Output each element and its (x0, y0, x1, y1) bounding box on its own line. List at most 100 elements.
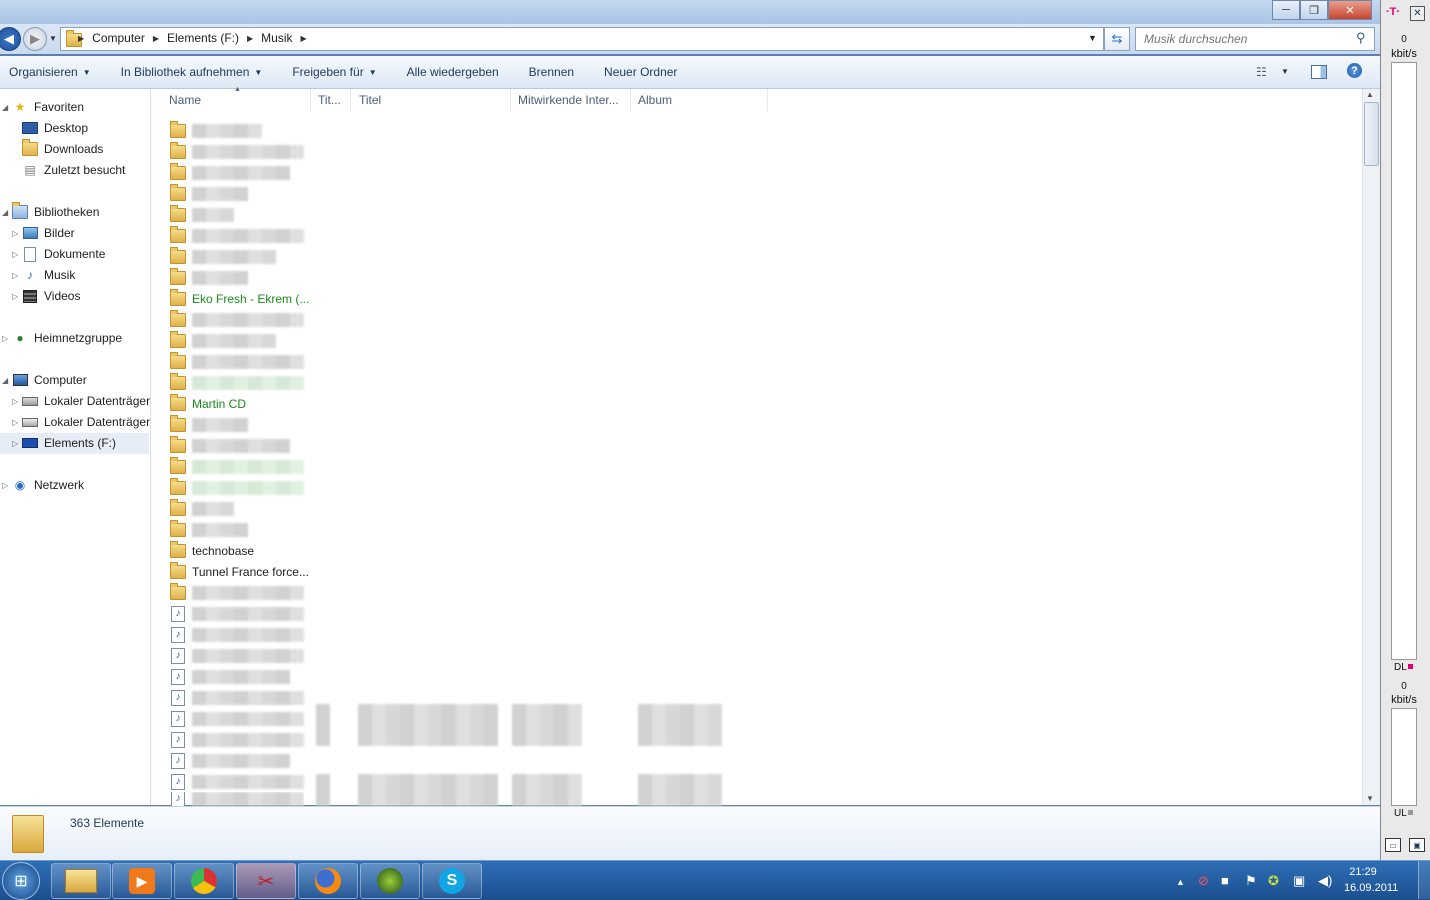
expand-icon[interactable]: ◢ (2, 376, 8, 385)
close-button[interactable]: ✕ (1328, 0, 1372, 20)
column-divider[interactable] (350, 89, 351, 111)
gadget-close-icon[interactable]: ✕ (1410, 6, 1425, 21)
include-library-button[interactable]: In Bibliothek aufnehmen ▼ (106, 65, 278, 79)
nav-local-disk-1[interactable]: ▷ Lokaler Datenträger (12, 391, 150, 411)
folder-row[interactable] (170, 309, 304, 330)
clock-date[interactable]: 16.09.2011 (1344, 882, 1410, 894)
nav-documents[interactable]: ▷ Dokumente (12, 244, 105, 264)
chevron-right-icon[interactable]: ▶ (301, 34, 307, 43)
minimize-button[interactable]: ─ (1272, 0, 1300, 20)
nav-downloads[interactable]: Downloads (22, 139, 103, 159)
scroll-thumb[interactable] (1364, 102, 1379, 166)
view-dropdown-icon[interactable]: ▼ (1281, 67, 1289, 76)
scroll-up-icon[interactable]: ▲ (1366, 90, 1374, 99)
music-file-row[interactable]: ♪ (170, 666, 290, 687)
folder-row[interactable] (170, 519, 248, 540)
nav-computer[interactable]: ◢ Computer (2, 370, 87, 390)
folder-row[interactable] (170, 456, 304, 477)
taskbar-firefox[interactable] (298, 863, 358, 899)
nav-music[interactable]: ▷ ♪ Musik (12, 265, 75, 285)
gadget-monitor-icon[interactable]: ▣ (1409, 838, 1425, 852)
music-file-row[interactable]: ♪ (170, 729, 304, 750)
folder-row[interactable] (170, 372, 304, 393)
folder-row[interactable] (170, 246, 276, 267)
preview-pane-icon[interactable] (1311, 65, 1327, 79)
music-file-row[interactable]: ♪ (170, 603, 304, 624)
music-file-row[interactable]: ♪ (170, 687, 304, 708)
show-desktop-button[interactable] (1418, 861, 1430, 899)
expand-arrow-icon[interactable]: ▷ (12, 418, 18, 427)
tray-globe-icon[interactable]: ✪ (1268, 873, 1279, 889)
nav-videos[interactable]: ▷ Videos (12, 286, 80, 306)
column-contributing-artists[interactable]: Mitwirkende Inter... (518, 93, 619, 107)
column-title[interactable]: Titel (359, 93, 381, 107)
organize-button[interactable]: Organisieren ▼ (0, 65, 106, 79)
folder-row[interactable] (170, 498, 234, 519)
music-file-row[interactable]: ♪ (170, 750, 290, 771)
burn-button[interactable]: Brennen (514, 65, 589, 79)
music-file-row[interactable]: ♪ (170, 771, 304, 792)
column-divider[interactable] (510, 89, 511, 111)
nav-desktop[interactable]: Desktop (22, 118, 88, 138)
column-divider[interactable] (767, 89, 768, 111)
search-icon[interactable]: ⚲ (1356, 30, 1366, 46)
expand-icon[interactable]: ◢ (2, 103, 8, 112)
chevron-right-icon[interactable]: ▶ (247, 34, 253, 43)
chevron-right-icon[interactable]: ▶ (153, 34, 159, 43)
tray-white-square-icon[interactable]: ■ (1221, 873, 1229, 888)
music-file-row[interactable]: ♪ (170, 708, 304, 729)
nav-elements-drive[interactable]: ▷ Elements (F:) (12, 433, 116, 453)
expand-arrow-icon[interactable]: ▷ (2, 481, 8, 490)
action-center-flag-icon[interactable]: ⚑ (1245, 873, 1257, 889)
folder-row-martin-cd[interactable]: Martin CD (170, 393, 246, 414)
taskbar-media-player[interactable]: ▶ (112, 863, 172, 899)
folder-row[interactable] (170, 582, 304, 603)
gadget-window-icon[interactable]: ▭ (1385, 838, 1401, 852)
folder-row[interactable] (170, 141, 304, 162)
share-button[interactable]: Freigeben für ▼ (277, 65, 391, 79)
folder-row-eko-fresh[interactable]: Eko Fresh - Ekrem (... (170, 288, 309, 309)
play-all-button[interactable]: Alle wiedergeben (392, 65, 514, 79)
search-input[interactable] (1142, 28, 1356, 50)
folder-row[interactable] (170, 225, 304, 246)
taskbar-chrome[interactable] (174, 863, 234, 899)
maximize-button[interactable]: ❐ (1300, 0, 1328, 20)
nav-homegroup[interactable]: ▷ ● Heimnetzgruppe (2, 328, 122, 348)
folder-row-tunnel[interactable]: Tunnel France force... (170, 561, 309, 582)
network-tray-icon[interactable]: ▣ (1293, 873, 1305, 889)
refresh-button[interactable]: ⇆ (1104, 27, 1130, 51)
expand-arrow-icon[interactable]: ▷ (2, 334, 8, 343)
expand-arrow-icon[interactable]: ▷ (12, 439, 18, 448)
tray-app-icon[interactable]: ⊘ (1198, 873, 1209, 889)
folder-row[interactable] (170, 330, 276, 351)
expand-icon[interactable]: ◢ (2, 208, 8, 217)
nav-libraries[interactable]: ◢ Bibliotheken (2, 202, 99, 222)
crumb-drive[interactable]: Elements (F:) (167, 31, 239, 45)
expand-arrow-icon[interactable]: ▷ (12, 397, 18, 406)
taskbar-skype[interactable]: S (422, 863, 482, 899)
folder-row-technobase[interactable]: technobase (170, 540, 254, 561)
scroll-down-icon[interactable]: ▼ (1366, 794, 1374, 803)
new-folder-button[interactable]: Neuer Ordner (589, 65, 692, 79)
taskbar-app-globe[interactable] (360, 863, 420, 899)
nav-local-disk-2[interactable]: ▷ Lokaler Datenträger (12, 412, 150, 432)
column-album[interactable]: Album (638, 93, 672, 107)
volume-icon[interactable]: ◀) (1318, 873, 1332, 889)
view-options-icon[interactable]: ☷ (1256, 65, 1267, 79)
folder-row[interactable] (170, 183, 248, 204)
expand-arrow-icon[interactable]: ▷ (12, 271, 18, 280)
column-name[interactable]: Name (169, 93, 201, 107)
expand-arrow-icon[interactable]: ▷ (12, 250, 18, 259)
taskbar-snipping-tool[interactable]: ✂ (236, 863, 296, 899)
crumb-musik[interactable]: Musik (261, 31, 292, 45)
folder-row[interactable] (170, 120, 262, 141)
forward-button[interactable]: ▶ (23, 27, 47, 51)
expand-arrow-icon[interactable]: ▷ (12, 229, 18, 238)
clock-time[interactable]: 21:29 (1346, 866, 1380, 878)
music-file-row[interactable]: ♪ (170, 624, 304, 645)
column-divider[interactable] (630, 89, 631, 111)
taskbar-explorer[interactable] (51, 863, 111, 899)
music-file-row[interactable]: ♪ (170, 792, 304, 806)
column-track[interactable]: Tit... (318, 93, 341, 107)
show-hidden-icons[interactable]: ▲ (1176, 877, 1185, 887)
